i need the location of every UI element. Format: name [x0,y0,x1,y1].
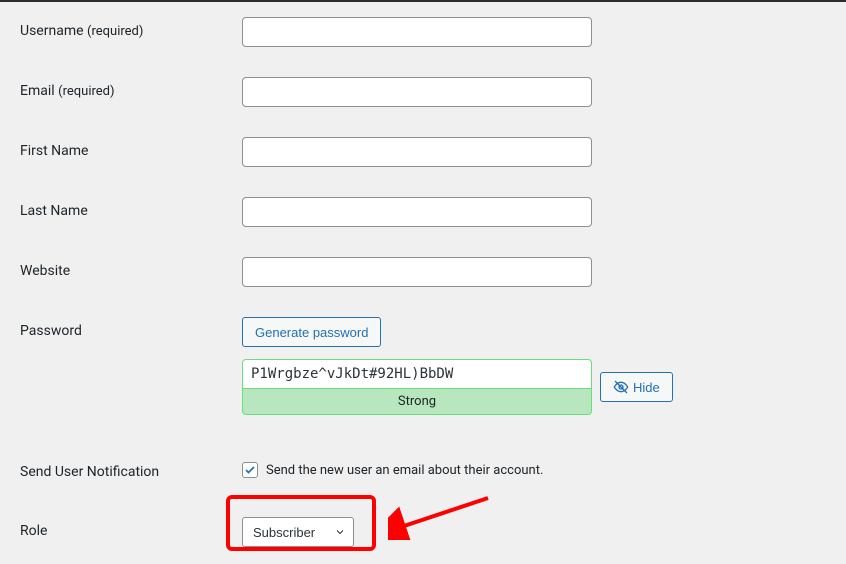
generate-password-button[interactable]: Generate password [242,317,381,347]
hide-password-button[interactable]: Hide [600,372,673,402]
email-label: Email (required) [20,77,242,99]
username-input[interactable] [242,17,592,47]
password-strength-meter: Strong [242,389,592,415]
website-label: Website [20,257,242,279]
role-select[interactable]: Subscriber [242,517,354,547]
first-name-label: First Name [20,137,242,159]
password-label: Password [20,317,242,339]
eye-slash-icon [613,379,629,395]
last-name-label: Last Name [20,197,242,219]
notification-checkbox[interactable] [242,462,258,478]
notification-label: Send User Notification [20,458,242,480]
last-name-input[interactable] [242,197,592,227]
website-input[interactable] [242,257,592,287]
add-user-form: Username (required) Email (required) Fir… [0,2,846,562]
email-input[interactable] [242,77,592,107]
first-name-input[interactable] [242,137,592,167]
role-label: Role [20,517,242,539]
check-icon [244,464,256,476]
username-label: Username (required) [20,17,242,39]
notification-checkbox-label[interactable]: Send the new user an email about their a… [266,463,543,478]
password-input[interactable] [242,359,592,389]
